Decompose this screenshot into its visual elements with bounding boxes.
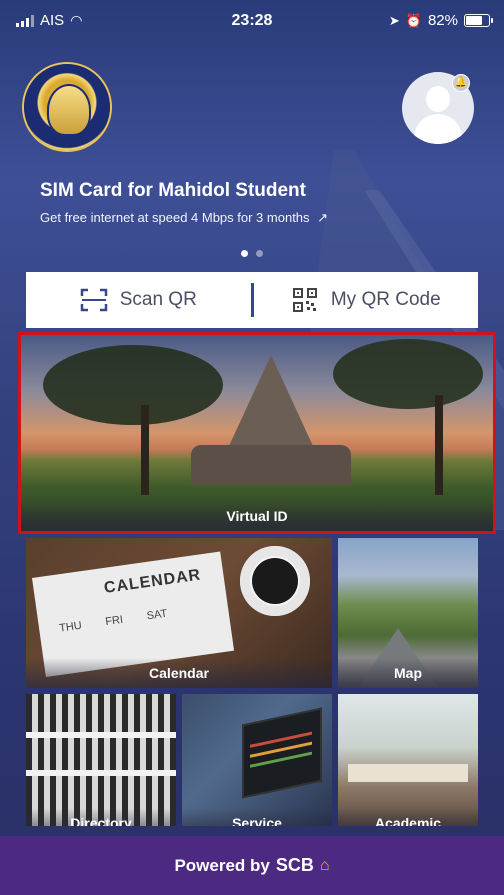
- calendar-day: FRI: [104, 613, 124, 629]
- battery-icon: [464, 14, 493, 27]
- carousel-dots: [0, 250, 504, 257]
- status-right: ➤ ⏰ 82%: [388, 12, 493, 29]
- alarm-icon: ⏰: [405, 12, 422, 28]
- scan-qr-label: Scan QR: [119, 289, 197, 310]
- service-label: Service: [182, 808, 332, 826]
- directory-label: Directory: [26, 808, 176, 826]
- quick-actions-bar: Scan QR My QR Code: [26, 272, 478, 328]
- powered-by-text: Powered by: [174, 855, 270, 875]
- my-qr-code-label: My QR Code: [330, 289, 441, 310]
- calendar-label: Calendar: [26, 658, 332, 688]
- location-icon: ➤: [388, 12, 400, 28]
- carousel-dot[interactable]: [256, 250, 263, 257]
- calendar-tile[interactable]: CALENDAR THU FRI SAT Calendar: [26, 538, 332, 688]
- calendar-day: THU: [58, 619, 83, 635]
- carousel-dot[interactable]: [241, 250, 248, 257]
- virtual-id-label: Virtual ID: [21, 501, 493, 531]
- scan-frame-icon: [80, 288, 107, 312]
- status-bar: AIS ◠ 23:28 ➤ ⏰ 82%: [0, 0, 504, 44]
- map-tile[interactable]: Map: [338, 538, 478, 688]
- calendar-day: SAT: [145, 607, 169, 623]
- calendar-image-title: CALENDAR: [102, 566, 203, 597]
- directory-tile[interactable]: Directory: [26, 694, 176, 826]
- battery-percent: 82%: [427, 12, 458, 29]
- promo-subtitle-text: Get free internet at speed 4 Mbps for 3 …: [40, 210, 310, 225]
- notification-bell-icon[interactable]: 🔔: [452, 74, 470, 92]
- academic-tile[interactable]: Academic: [338, 694, 478, 826]
- scan-qr-button[interactable]: Scan QR: [26, 272, 251, 328]
- promo-title[interactable]: SIM Card for Mahidol Student: [40, 180, 306, 202]
- service-tile[interactable]: Service: [182, 694, 332, 826]
- scb-brand: SCB: [275, 855, 314, 875]
- academic-label: Academic: [338, 808, 478, 826]
- qr-code-icon: [292, 288, 317, 312]
- virtual-id-tile[interactable]: Virtual ID: [18, 332, 496, 534]
- scb-logo-icon: ⌂: [319, 856, 330, 874]
- powered-by-footer: Powered by SCB ⌂: [0, 836, 504, 895]
- promo-subtitle[interactable]: Get free internet at speed 4 Mbps for 3 …: [40, 210, 328, 226]
- map-label: Map: [338, 658, 478, 688]
- university-logo: [24, 64, 110, 150]
- my-qr-code-button[interactable]: My QR Code: [254, 272, 479, 328]
- external-link-icon: ↗: [317, 210, 329, 225]
